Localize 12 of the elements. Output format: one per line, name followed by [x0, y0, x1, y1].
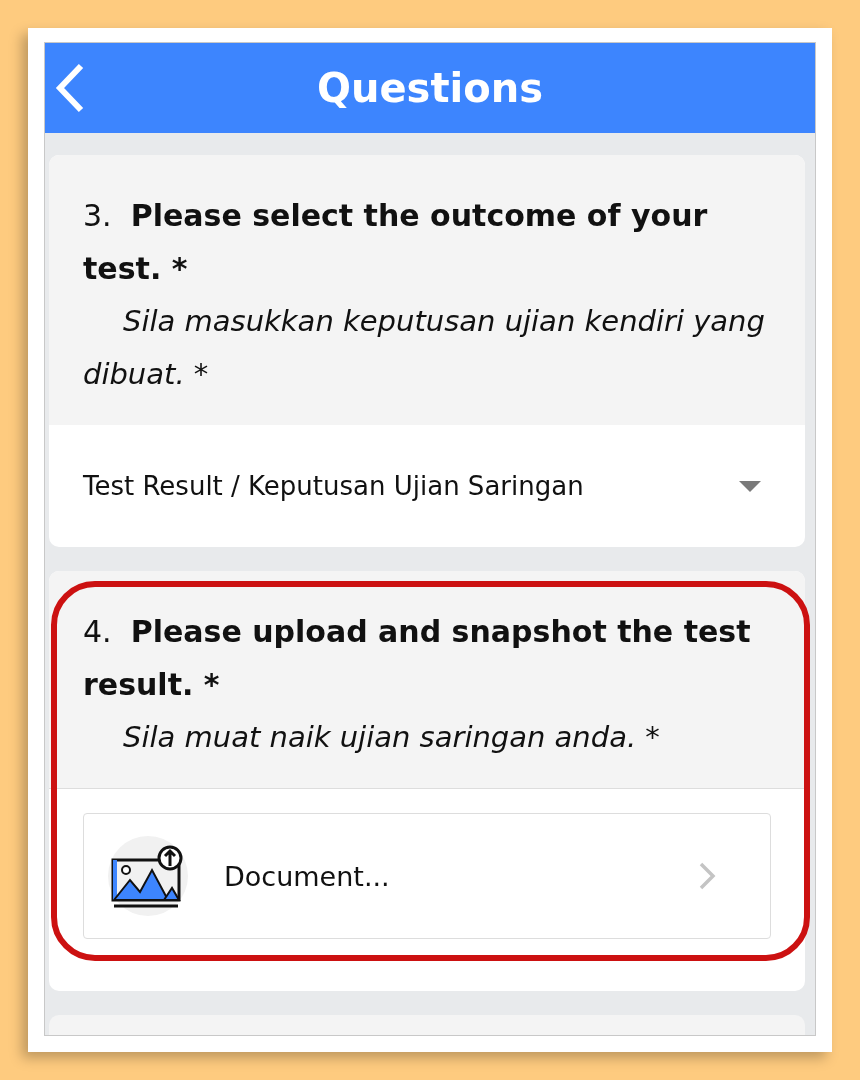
image-upload-icon	[108, 836, 188, 916]
question-text: 3. Please select the outcome of your test. *	[83, 197, 709, 288]
document-label: Document...	[224, 860, 391, 892]
back-icon[interactable]	[55, 63, 85, 113]
question-text: 4. Please upload and snapshot the test result. *	[83, 613, 752, 704]
screen-title: Questions	[317, 65, 543, 111]
question-subtitle: Sila masukkan keputusan ujian kendiri yang dibuat. *	[83, 303, 766, 393]
document-upload-row[interactable]: Document...	[83, 813, 771, 939]
result-dropdown[interactable]: Test Result / Keputusan Ujian Saringan	[83, 425, 775, 547]
question-subtitle: Sila muat naik ujian saringan anda. *	[122, 719, 661, 756]
caret-icon	[739, 480, 761, 492]
chevron-icon	[698, 861, 716, 891]
